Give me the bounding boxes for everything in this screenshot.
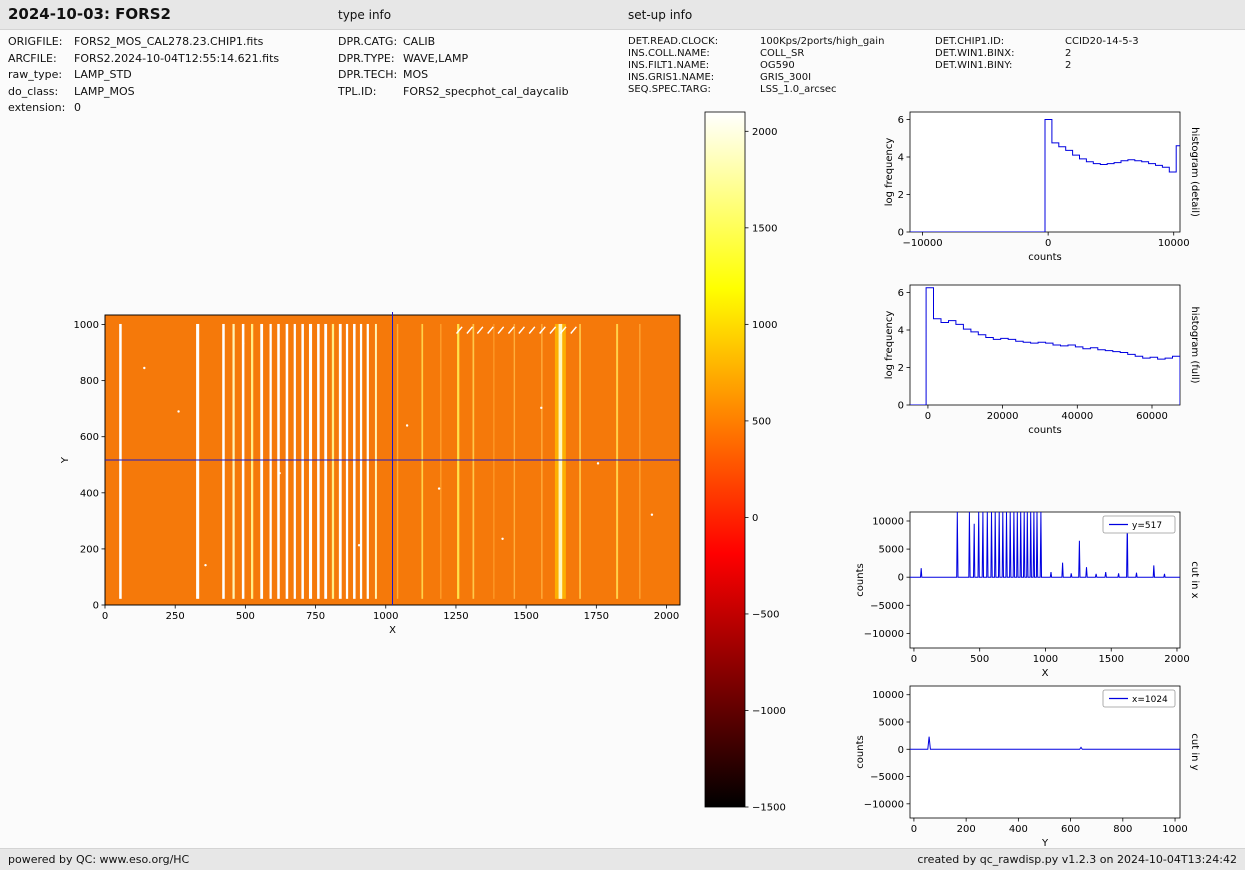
svg-text:2000: 2000 [1164,654,1189,665]
svg-text:1000: 1000 [752,320,777,331]
svg-text:0: 0 [93,601,99,612]
svg-text:500: 500 [236,611,255,622]
svg-text:600: 600 [80,432,99,443]
svg-text:−1000: −1000 [752,706,786,717]
svg-text:0: 0 [1045,238,1051,249]
svg-text:counts: counts [1028,425,1061,436]
chart-hist-detail: −10000 0 100000246countslog frequency histo… [884,111,1200,263]
svg-text:2: 2 [898,363,904,374]
svg-text:0: 0 [898,745,904,756]
svg-text:counts: counts [1028,252,1061,263]
svg-text:2: 2 [898,190,904,201]
svg-text:6: 6 [898,115,904,126]
svg-text:log frequency: log frequency [884,138,895,207]
svg-text:600: 600 [1061,824,1080,835]
svg-text:2000: 2000 [752,127,777,138]
svg-text:2000: 2000 [654,611,679,622]
svg-text:1500: 1500 [752,223,777,234]
chart-raw-image: 0 250 500 750 1000 1250 1500 1750 2000 0 200 400 600… [60,312,681,636]
svg-text:x=1024: x=1024 [1132,695,1168,705]
svg-text:4: 4 [898,326,904,337]
footer-powered-by: powered by QC: www.eso.org/HC [8,853,190,866]
svg-text:10000: 10000 [872,516,904,527]
svg-text:800: 800 [80,376,99,387]
chart-cut-x: 0 500 1000 1500 2000 −10000 −5000 0 5000 10000 Xco… [855,511,1200,679]
svg-text:400: 400 [1009,824,1028,835]
svg-text:10000: 10000 [872,690,904,701]
svg-text:1000: 1000 [1162,824,1187,835]
footer-created-by: created by qc_rawdisp.py v1.2.3 on 2024-… [917,853,1237,866]
svg-text:0: 0 [752,513,758,524]
svg-text:20000: 20000 [987,411,1019,422]
svg-text:400: 400 [80,488,99,499]
svg-text:cut in y: cut in y [1189,733,1200,770]
svg-text:40000: 40000 [1061,411,1093,422]
svg-text:X: X [1042,668,1049,679]
svg-text:−1500: −1500 [752,803,786,814]
svg-text:histogram (full): histogram (full) [1189,306,1200,383]
svg-text:4: 4 [898,153,904,164]
svg-text:200: 200 [957,824,976,835]
svg-text:10000: 10000 [1158,238,1190,249]
svg-text:cut in x: cut in x [1189,561,1200,598]
svg-text:250: 250 [166,611,185,622]
chart-hist-full: 0 20000 40000 60000 0 2 4 6 counts log frequency h… [884,284,1200,436]
svg-text:200: 200 [80,544,99,555]
svg-text:histogram (detail): histogram (detail) [1189,127,1200,217]
svg-text:−10000: −10000 [902,238,942,249]
qc-figure: 0 250 500 750 1000 1250 1500 1750 20000200400600… [60,111,1200,849]
svg-text:counts: counts [855,563,866,596]
svg-text:5000: 5000 [879,545,904,556]
svg-text:1750: 1750 [584,611,609,622]
svg-text:60000: 60000 [1136,411,1168,422]
svg-text:−10000: −10000 [864,799,904,810]
svg-text:0: 0 [911,824,917,835]
svg-text:1000: 1000 [1033,654,1058,665]
svg-text:−5000: −5000 [870,601,904,612]
svg-text:1000: 1000 [74,320,99,331]
svg-text:y=517: y=517 [1132,521,1162,531]
svg-text:1500: 1500 [513,611,538,622]
svg-text:800: 800 [1113,824,1132,835]
svg-text:0: 0 [898,228,904,239]
svg-text:Y: Y [60,456,71,464]
svg-text:5000: 5000 [879,718,904,729]
svg-text:500: 500 [752,416,771,427]
svg-text:X: X [389,625,396,636]
svg-text:500: 500 [970,654,989,665]
svg-text:0: 0 [925,411,931,422]
svg-text:1250: 1250 [443,611,468,622]
svg-text:0: 0 [898,573,904,584]
svg-text:1000: 1000 [373,611,398,622]
svg-text:0: 0 [911,654,917,665]
svg-text:750: 750 [306,611,325,622]
svg-text:−10000: −10000 [864,629,904,640]
chart-colorbar: 2000 1500 1000 500 0 −500 −1000 −1500 [704,111,786,814]
footer-bar: powered by QC: www.eso.org/HC created by… [0,848,1245,870]
svg-text:0: 0 [898,401,904,412]
svg-text:6: 6 [898,288,904,299]
chart-cut-y: 0 200 400 600 800 1000−10000−50000500010000Yc… [855,685,1200,849]
svg-text:1500: 1500 [1098,654,1123,665]
svg-text:−5000: −5000 [870,772,904,783]
svg-text:log frequency: log frequency [884,311,895,380]
svg-text:−500: −500 [752,609,779,620]
svg-text:counts: counts [855,735,866,768]
svg-text:0: 0 [102,611,108,622]
